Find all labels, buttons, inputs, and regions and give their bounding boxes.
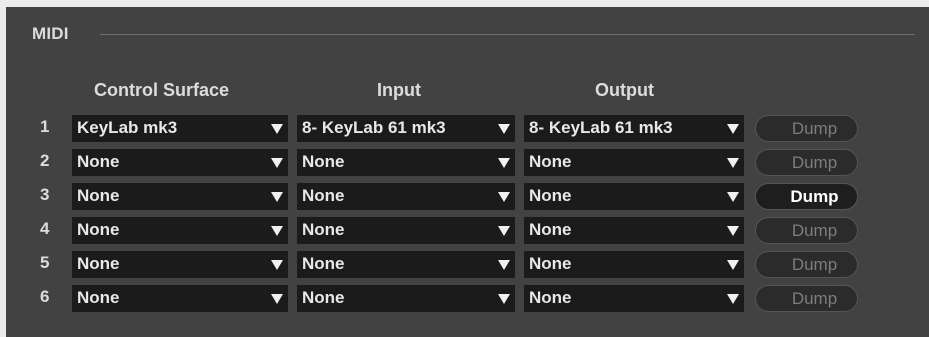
dropdown-arrow-icon	[271, 294, 283, 304]
select-value: KeyLab mk3	[77, 118, 178, 137]
dropdown-arrow-icon	[727, 294, 739, 304]
output-select[interactable]: None	[524, 217, 744, 244]
select-value: None	[77, 288, 120, 307]
select-value: None	[529, 254, 572, 273]
dropdown-arrow-icon	[498, 260, 510, 270]
control-surface-select[interactable]: None	[72, 217, 288, 244]
input-select[interactable]: None	[297, 149, 515, 176]
input-select[interactable]: None	[297, 285, 515, 312]
midi-row-3: 3 None None None Dump	[0, 183, 929, 210]
dropdown-arrow-icon	[727, 192, 739, 202]
row-number: 2	[40, 151, 50, 170]
dropdown-arrow-icon	[498, 124, 510, 134]
dropdown-arrow-icon	[727, 124, 739, 134]
dropdown-arrow-icon	[498, 192, 510, 202]
select-value: 8- KeyLab 61 mk3	[302, 118, 446, 137]
column-header-control-surface: Control Surface	[94, 80, 230, 100]
dropdown-arrow-icon	[271, 192, 283, 202]
midi-row-5: 5 None None None Dump	[0, 251, 929, 278]
select-value: None	[302, 186, 345, 205]
dropdown-arrow-icon	[271, 124, 283, 134]
row-number: 3	[40, 185, 50, 204]
row-number: 4	[40, 219, 50, 238]
select-value: None	[77, 186, 120, 205]
select-value: None	[77, 254, 120, 273]
output-select[interactable]: None	[524, 285, 744, 312]
select-value: None	[77, 152, 120, 171]
select-value: None	[302, 254, 345, 273]
select-value: None	[302, 288, 345, 307]
section-divider	[100, 34, 915, 35]
row-number: 6	[40, 287, 50, 306]
output-select[interactable]: 8- KeyLab 61 mk3	[524, 115, 744, 142]
output-select[interactable]: None	[524, 183, 744, 210]
input-select[interactable]: 8- KeyLab 61 mk3	[297, 115, 515, 142]
dropdown-arrow-icon	[498, 294, 510, 304]
midi-row-4: 4 None None None Dump	[0, 217, 929, 244]
row-number: 5	[40, 253, 50, 272]
output-select[interactable]: None	[524, 149, 744, 176]
midi-row-2: 2 None None None Dump	[0, 149, 929, 176]
dropdown-arrow-icon	[271, 158, 283, 168]
column-header-input: Input	[377, 80, 421, 100]
control-surface-select[interactable]: None	[72, 251, 288, 278]
control-surface-select[interactable]: None	[72, 285, 288, 312]
select-value: None	[529, 152, 572, 171]
dropdown-arrow-icon	[271, 226, 283, 236]
dump-button[interactable]: Dump	[755, 285, 858, 312]
control-surface-select[interactable]: None	[72, 149, 288, 176]
select-value: None	[529, 220, 572, 239]
select-value: None	[529, 186, 572, 205]
select-value: 8- KeyLab 61 mk3	[529, 118, 673, 137]
dropdown-arrow-icon	[727, 260, 739, 270]
dropdown-arrow-icon	[271, 260, 283, 270]
dump-button[interactable]: Dump	[755, 183, 858, 210]
input-select[interactable]: None	[297, 251, 515, 278]
midi-row-1: 1 KeyLab mk3 8- KeyLab 61 mk3 8- KeyLab …	[0, 115, 929, 142]
select-value: None	[302, 152, 345, 171]
dropdown-arrow-icon	[498, 158, 510, 168]
input-select[interactable]: None	[297, 217, 515, 244]
row-number: 1	[40, 117, 50, 136]
select-value: None	[302, 220, 345, 239]
dump-button[interactable]: Dump	[755, 115, 858, 142]
dropdown-arrow-icon	[727, 158, 739, 168]
select-value: None	[529, 288, 572, 307]
dropdown-arrow-icon	[727, 226, 739, 236]
dump-button[interactable]: Dump	[755, 149, 858, 176]
select-value: None	[77, 220, 120, 239]
dump-button[interactable]: Dump	[755, 217, 858, 244]
section-title: MIDI	[32, 24, 69, 43]
output-select[interactable]: None	[524, 251, 744, 278]
control-surface-select[interactable]: KeyLab mk3	[72, 115, 288, 142]
control-surface-select[interactable]: None	[72, 183, 288, 210]
column-header-output: Output	[595, 80, 654, 100]
input-select[interactable]: None	[297, 183, 515, 210]
midi-row-6: 6 None None None Dump	[0, 285, 929, 312]
dropdown-arrow-icon	[498, 226, 510, 236]
dump-button[interactable]: Dump	[755, 251, 858, 278]
